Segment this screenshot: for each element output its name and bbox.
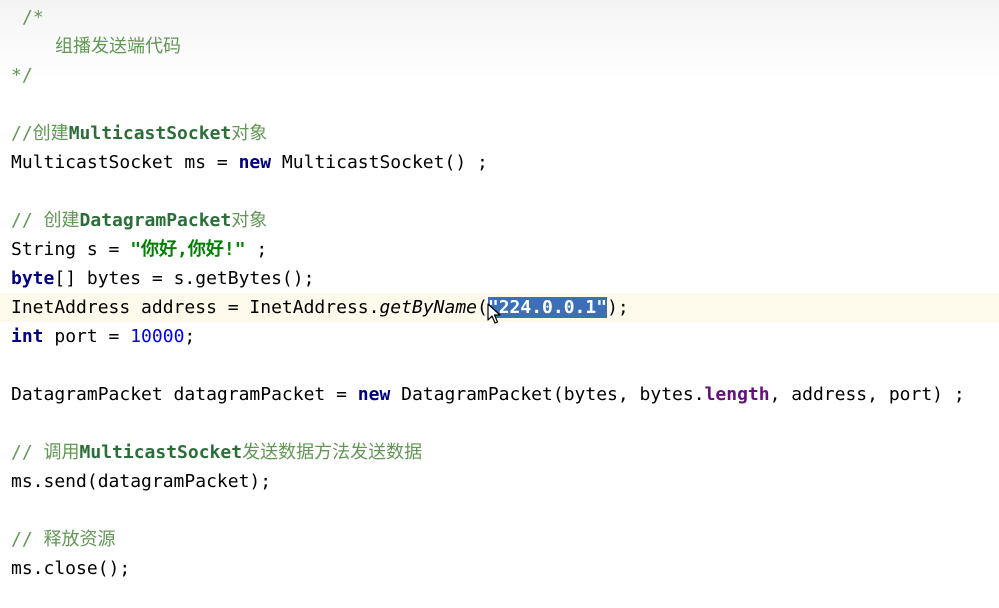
code-text: , address, port) ;: [769, 384, 965, 405]
code-line-new-socket: MulticastSocket ms = new MulticastSocket…: [0, 148, 999, 177]
code-text: ;: [184, 326, 196, 347]
code-line-comment-close: */: [0, 61, 999, 90]
comment-text: // 调用: [11, 442, 80, 463]
code-text: ms.send(datagramPacket);: [11, 471, 272, 492]
comment-text: // 释放资源: [11, 529, 116, 550]
comment-text: // 创建: [11, 210, 80, 231]
comment-identifier: MulticastSocket: [68, 123, 232, 144]
keyword-byte: byte: [11, 268, 55, 289]
code-text: ms.close();: [11, 558, 131, 579]
code-text: DatagramPacket datagramPacket =: [11, 384, 358, 405]
code-line-string: String s = "你好,你好!" ;: [0, 235, 999, 264]
code-line-comment-create-socket: //创建MulticastSocket对象: [0, 119, 999, 148]
method-getbyname: getByName: [379, 297, 478, 318]
code-line-bytes: byte[] bytes = s.getBytes();: [0, 264, 999, 293]
mouse-pointer-icon: [487, 303, 501, 324]
code-text: String s =: [11, 239, 131, 260]
comment-identifier: MulticastSocket: [79, 442, 243, 463]
comment-text: 发送数据方法发送数据: [242, 442, 423, 463]
comment-identifier: DatagramPacket: [79, 210, 232, 231]
code-text: InetAddress address = InetAddress.: [11, 297, 380, 318]
code-line-comment-release: // 释放资源: [0, 525, 999, 554]
code-text: DatagramPacket(bytes, bytes.: [390, 384, 705, 405]
code-line-comment-body: 组播发送端代码: [0, 32, 999, 61]
code-line-comment-open: /*: [0, 3, 999, 32]
code-text: [] bytes = s.getBytes();: [54, 268, 315, 289]
code-text: port =: [43, 326, 131, 347]
code-text: MulticastSocket() ;: [271, 152, 488, 173]
code-text: );: [607, 297, 629, 318]
comment-text: 组播发送端代码: [55, 36, 181, 57]
code-text: MulticastSocket ms =: [11, 152, 239, 173]
comment-close: */: [11, 65, 33, 86]
keyword-new: new: [238, 152, 272, 173]
comment-text: 对象: [231, 210, 268, 231]
comment-open: /*: [22, 7, 44, 28]
code-line-close: ms.close();: [0, 554, 999, 583]
code-line-port: int port = 10000;: [0, 322, 999, 351]
code-text: ;: [245, 239, 268, 260]
comment-text: 对象: [231, 123, 268, 144]
number-literal: 10000: [130, 326, 185, 347]
code-editor[interactable]: /* 组播发送端代码 */ //创建MulticastSocket对象 Mult…: [0, 0, 999, 608]
field-length: length: [704, 384, 770, 405]
code-line-send: ms.send(datagramPacket);: [0, 467, 999, 496]
string-literal: "你好,你好!": [130, 239, 246, 260]
keyword-int: int: [11, 326, 44, 347]
selected-string-literal[interactable]: "224.0.0.1": [487, 297, 608, 318]
code-line-comment-send: // 调用MulticastSocket发送数据方法发送数据: [0, 438, 999, 467]
code-line-comment-create-packet: // 创建DatagramPacket对象: [0, 206, 999, 235]
keyword-new: new: [357, 384, 391, 405]
code-line-new-packet: DatagramPacket datagramPacket = new Data…: [0, 380, 999, 409]
comment-text: //创建: [11, 123, 69, 144]
